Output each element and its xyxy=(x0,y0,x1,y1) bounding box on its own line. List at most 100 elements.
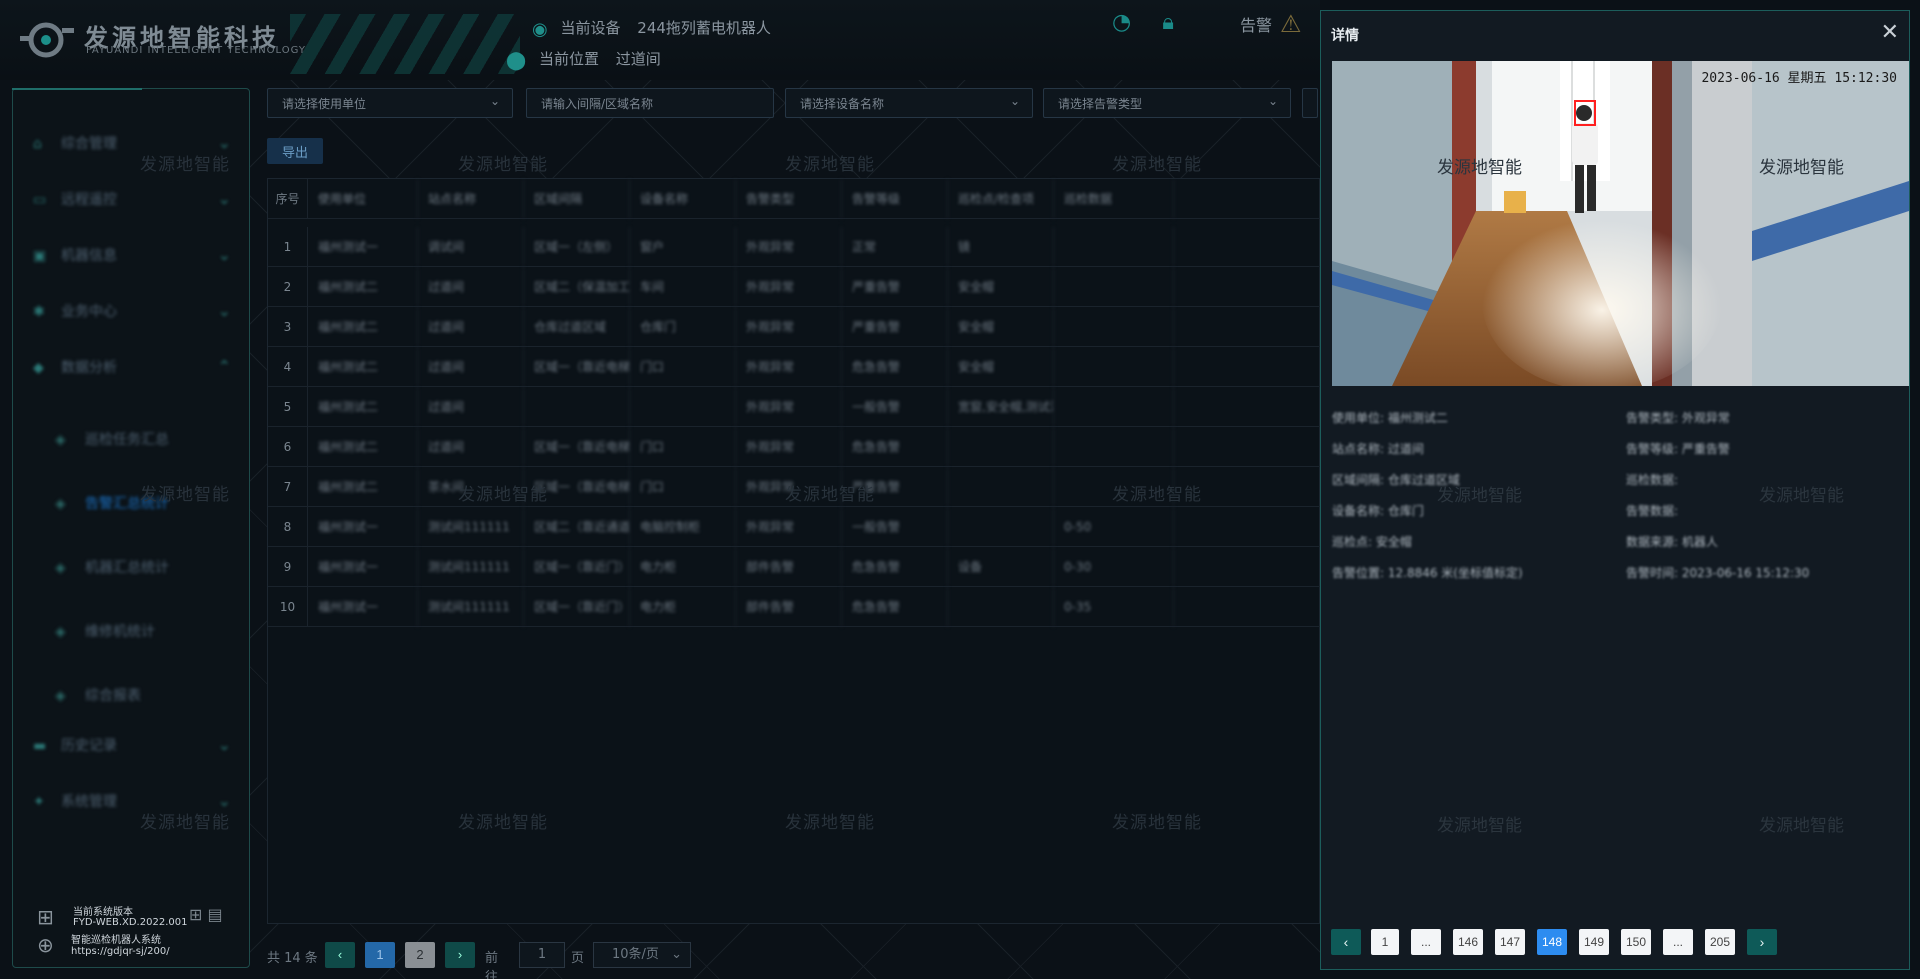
chevron-down-icon: ⌄ xyxy=(1009,94,1020,108)
version-label: 当前系统版本 xyxy=(73,907,133,918)
sidebar-item-system[interactable]: ✦ 系统管理 ⌄ xyxy=(33,791,243,821)
table-row[interactable]: 5 福州测试二 过道间 外观异常 一般告警 宽窗,安全帽,测试法 xyxy=(268,387,1321,427)
table-row[interactable]: 10 福州测试一 测试间111111 区域一（靠近门） 电力柜 部件告警 危急告警 0-35 xyxy=(268,587,1321,627)
current-device: ◉ 当前设备 244拖列蓄电机器人 xyxy=(532,17,771,40)
prev-page-button[interactable]: ‹ xyxy=(1331,929,1361,955)
table-cell: 7 xyxy=(268,467,308,507)
table-row[interactable]: 7福州测试二茶水间区域一（靠近电梯）门口外观异常严重告警 xyxy=(268,467,1321,507)
table-row[interactable]: 9 福州测试一 测试间111111 区域一（靠近门） 电力柜 部件告警 危急告警 设备 0-30 xyxy=(268,547,1321,587)
current-location: ⬤ 当前位置 过道间 xyxy=(506,48,661,71)
page-button-148[interactable]: 148 xyxy=(1537,929,1567,955)
table-cell: 镜 xyxy=(948,227,1054,267)
page-button-150[interactable]: 150 xyxy=(1621,929,1651,955)
ellipsis-button[interactable]: ... xyxy=(1411,929,1441,955)
table-cell: 一般告警 xyxy=(842,387,948,427)
close-icon[interactable]: ✕ xyxy=(1881,19,1899,45)
table-cell: 部件告警 xyxy=(736,587,842,627)
table-cell: 茶水间 xyxy=(418,467,524,507)
watermark-text: 发源地智能 xyxy=(785,155,875,175)
table-cell: 外观异常 xyxy=(736,347,842,387)
total-count: 共 14 条 xyxy=(267,951,318,966)
snapshot-timestamp: 2023-06-16 星期五 15:12:30 xyxy=(1701,71,1897,86)
dot-icon: ◈ xyxy=(55,624,66,640)
next-page-button[interactable]: › xyxy=(445,942,475,968)
page-size-select[interactable]: 10条/页 ⌄ xyxy=(593,942,691,968)
signal-icon[interactable]: ◔ xyxy=(1112,10,1131,35)
table-cell: 福州测试一 xyxy=(308,507,418,547)
table-cell: 测试间111111 xyxy=(418,587,524,627)
sidebar-item-1[interactable]: ▭ 远程遥控 ⌄ xyxy=(33,189,243,219)
sidebar-item-2[interactable]: ▣ 机器信息 ⌄ xyxy=(33,245,243,275)
table-row[interactable]: 4福州测试二过道间区域一（靠近电梯）门口外观异常危急告警安全帽 xyxy=(268,347,1321,387)
ellipsis-button[interactable]: ... xyxy=(1663,929,1693,955)
sidebar-item-3[interactable]: ✱ 业务中心 ⌄ xyxy=(33,301,243,331)
sub-item-2[interactable]: ◈ 机器汇总统计 xyxy=(55,557,169,577)
sidebar-item-4[interactable]: ◆ 数据分析 ⌃ xyxy=(33,357,243,387)
sub-item-1[interactable]: ◈ 告警汇总统计 xyxy=(55,493,169,513)
prev-page-button[interactable]: ‹ xyxy=(325,942,355,968)
page-button-2[interactable]: 2 xyxy=(405,942,435,968)
table-cell: 外观异常 xyxy=(736,387,842,427)
table-cell: 外观异常 xyxy=(736,307,842,347)
table-cell: 区域一（靠近门） xyxy=(524,547,630,587)
system-url[interactable]: https://gdjqr-sj/200/ xyxy=(71,946,170,957)
dot-icon: ◈ xyxy=(55,560,66,576)
warning-icon[interactable]: ⚠ xyxy=(1280,10,1302,38)
detail-field: 告警类型: 外观异常 xyxy=(1626,411,1730,425)
sub-item-3[interactable]: ◈ 维修机统计 xyxy=(55,621,155,641)
alarm-type-select[interactable]: 请选择告警类型 ⌄ xyxy=(1043,88,1291,118)
table-cell: 危急告警 xyxy=(842,587,948,627)
lock-icon[interactable]: 🔒︎ xyxy=(1162,10,1174,35)
table-cell: 过道间 xyxy=(418,347,524,387)
table-cell: 福州测试一 xyxy=(308,587,418,627)
table-cell xyxy=(948,507,1054,547)
table-row[interactable]: 2福州测试二过道间区域二（保温加工...车间外观异常严重告警安全帽 xyxy=(268,267,1321,307)
export-button[interactable]: 导出 xyxy=(267,138,323,164)
table-cell: 一般告警 xyxy=(842,507,948,547)
sidebar-item-history[interactable]: ▬ 历史记录 ⌄ xyxy=(33,735,243,765)
version-info: ⊞ ⊕ 当前系统版本 FYD-WEB.XD.2022.001 智能巡检机器人系统… xyxy=(25,901,245,961)
top-header: 发源地智能科技 FAYUANDI INTELLIGENT TECHNOLOGY … xyxy=(0,0,1320,80)
page-button-147[interactable]: 147 xyxy=(1495,929,1525,955)
current-location-value: 过道间 xyxy=(615,50,661,68)
table-cell: 车间 xyxy=(630,267,736,307)
unit-select[interactable]: 请选择使用单位 ⌄ xyxy=(267,88,513,118)
page-button-205[interactable]: 205 xyxy=(1705,929,1735,955)
table-cell: 门口 xyxy=(630,347,736,387)
page-button-1[interactable]: 1 xyxy=(365,942,395,968)
page-button-149[interactable]: 149 xyxy=(1579,929,1609,955)
table-cell: 危急告警 xyxy=(842,547,948,587)
drawer-title: 详情 xyxy=(1331,28,1359,44)
table-cell xyxy=(1054,307,1174,347)
table-cell: 福州测试一 xyxy=(308,547,418,587)
sub-item-4[interactable]: ◈ 综合报表 xyxy=(55,685,141,705)
filter-overflow[interactable] xyxy=(1302,88,1318,118)
app-root: 发源地智能科技 FAYUANDI INTELLIGENT TECHNOLOGY … xyxy=(0,0,1920,979)
table-row[interactable]: 6福州测试二过道间区域一（靠近电梯）门口外观异常危急告警 xyxy=(268,427,1321,467)
alarm-label[interactable]: 告警 xyxy=(1240,12,1272,36)
dot-icon: ◈ xyxy=(55,688,66,704)
table-row[interactable]: 1 福州测试一 调试间 区域一（左侧） 窗户 外观异常 正常镜 xyxy=(268,227,1321,267)
next-page-button[interactable]: › xyxy=(1747,929,1777,955)
area-input[interactable]: 请输入间隔/区域名称 xyxy=(526,88,774,118)
version-code: FYD-WEB.XD.2022.001 xyxy=(73,917,188,928)
page-button-146[interactable]: 146 xyxy=(1453,929,1483,955)
table-row[interactable]: 8福州测试一测试间111111区域二（靠近通道）电脑控制柜外观异常一般告警 0-5… xyxy=(268,507,1321,547)
table-cell: 外观异常 xyxy=(736,267,842,307)
sub-item-0[interactable]: ◈ 巡检任务汇总 xyxy=(55,429,169,449)
device-select[interactable]: 请选择设备名称 ⌄ xyxy=(785,88,1033,118)
table-header-cell: 站点名称 xyxy=(418,179,524,219)
layout-icons[interactable]: ⊞ ▤ xyxy=(189,905,223,924)
sidebar-item-0[interactable]: ⌂ 综合管理 ⌄ xyxy=(33,133,243,163)
folder-icon: ▬ xyxy=(33,738,47,754)
table-cell: 设备 xyxy=(948,547,1054,587)
goto-input[interactable]: 1 xyxy=(519,942,565,968)
page-button-1[interactable]: 1 xyxy=(1371,929,1399,955)
table-row[interactable]: 3 福州测试二 过道间 仓库过道区域 仓库门 外观异常 严重告警 安全帽 xyxy=(268,307,1321,347)
detail-field: 数据来源: 机器人 xyxy=(1626,535,1718,549)
table-cell xyxy=(948,467,1054,507)
header-icons: ◔ 🔒︎ xyxy=(1112,10,1198,40)
table-cell: 过道间 xyxy=(418,267,524,307)
table-header-cell: 使用单位 xyxy=(308,179,418,219)
watermark-text: 发源地智能 xyxy=(1759,816,1844,836)
